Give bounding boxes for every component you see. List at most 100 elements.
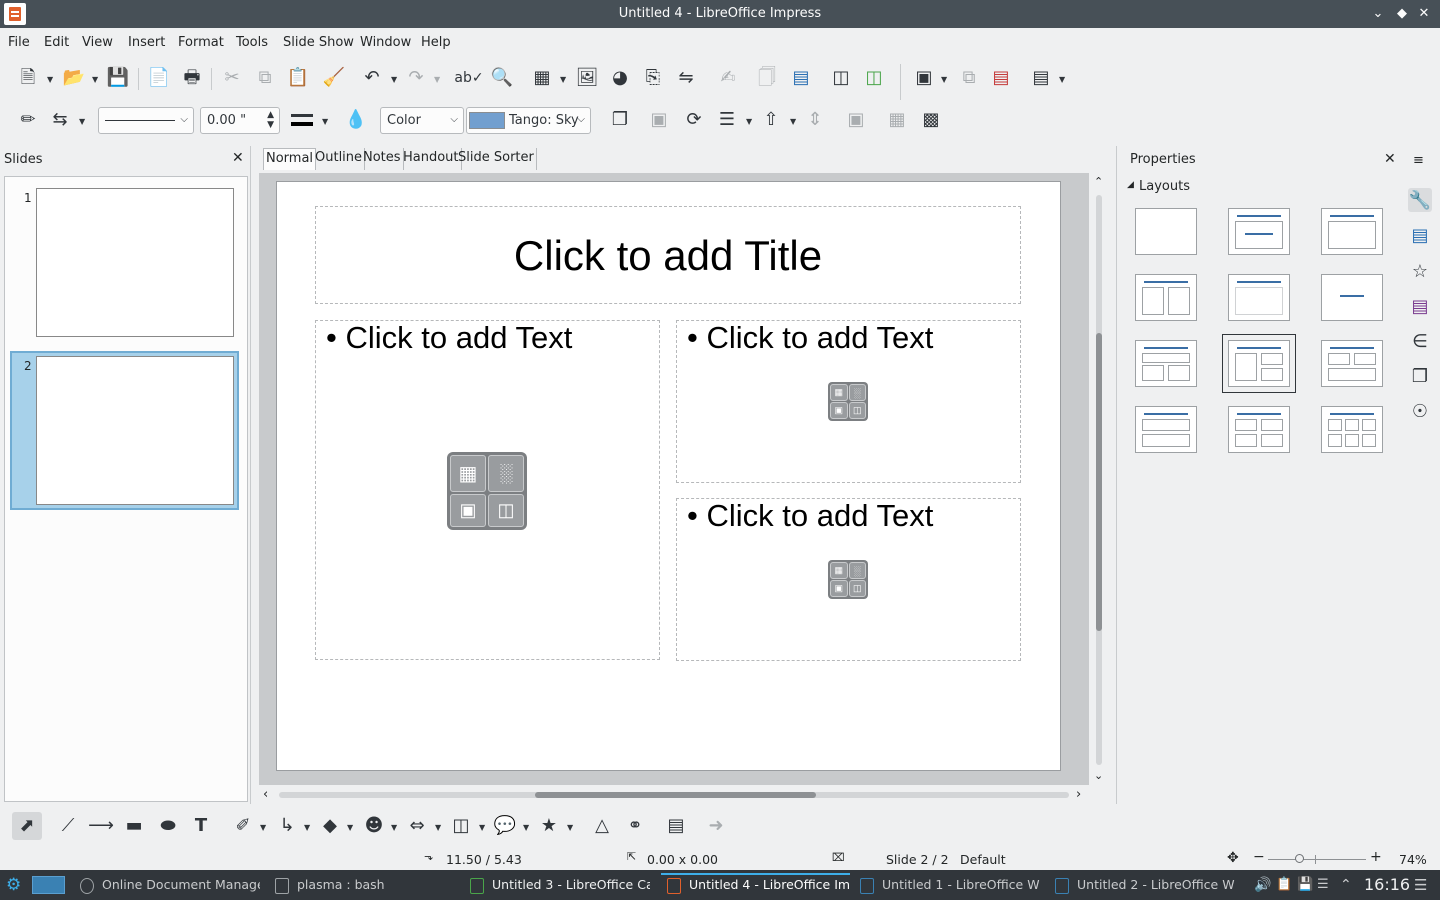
scroll-up-icon[interactable]: ⌃ [1094,175,1103,188]
menu-slide-show[interactable]: Slide Show [283,35,354,50]
maximize-button[interactable]: ◆ [1392,4,1412,24]
virtual-desktop-pager[interactable] [32,876,65,894]
clone-formatting-icon[interactable]: 🧹 [320,64,348,92]
menu-tools[interactable]: Tools [236,35,268,50]
delete-slide-icon[interactable]: ▤ [987,64,1015,92]
duplicate-slide-icon[interactable]: ⧉ [955,64,983,92]
chevron-down-icon[interactable]: ▼ [746,117,752,126]
content-placeholder-right-bottom[interactable]: • Click to add Text ▦ ░ ▣ ◫ [676,498,1021,661]
application-launcher-icon[interactable]: ⚙ [6,870,21,900]
rectangle-tool-icon[interactable]: ▬ [120,812,148,840]
insert-video-icon[interactable]: ◫ [848,402,866,419]
symbol-shapes-icon[interactable]: ☻ [360,812,388,840]
start-from-first-icon[interactable]: ◫ [827,64,855,92]
zoom-slider-knob[interactable] [1295,854,1304,863]
chevron-down-icon[interactable]: ▼ [47,75,53,84]
insert-table-icon[interactable]: ▦ [450,455,486,492]
toggle-extrusion-icon[interactable]: ➜ [702,812,730,840]
close-icon[interactable]: ✕ [1384,151,1396,167]
display-grid-icon[interactable]: ▦ [883,106,911,134]
layout-title-content-over-content[interactable] [1135,406,1197,453]
gallery-icon[interactable]: ❐ [1408,364,1432,388]
content-placeholder-right-top[interactable]: • Click to add Text ▦ ░ ▣ ◫ [676,320,1021,483]
layout-title-content[interactable] [1321,208,1383,255]
panel-menu-icon[interactable]: ☰ [1414,870,1427,900]
insert-image-icon[interactable]: ▣ [830,580,848,597]
fill-color-select[interactable]: Tango: Sky ⌵ [466,107,591,134]
flowchart-icon[interactable]: ◫ [447,812,475,840]
layout-title-slide[interactable] [1228,208,1290,255]
tab-outline[interactable]: Outline [313,148,366,170]
insert-image-icon[interactable]: ▣ [830,402,848,419]
task-untitled-3-calc[interactable]: Untitled 3 - LibreOffice Calc [470,870,650,900]
arrow-tool-icon[interactable]: ⟶ [87,812,115,840]
chevron-down-icon[interactable]: ▼ [479,823,485,832]
chevron-down-icon[interactable]: ▼ [941,75,947,84]
find-replace-icon[interactable]: 🔍 [488,64,516,92]
collapse-triangle-icon[interactable]: ◢ [1127,180,1134,190]
display-views-icon[interactable]: ▤ [787,64,815,92]
chevron-down-icon[interactable]: ▼ [92,75,98,84]
layout-title-only[interactable] [1228,274,1290,321]
tab-notes[interactable]: Notes [361,148,404,170]
content-placeholder-left[interactable]: • Click to add Text ▦ ░ ▣ ◫ [315,320,660,660]
menu-view[interactable]: View [82,35,113,50]
devices-icon[interactable]: 💾 [1297,870,1313,900]
save-icon[interactable]: 💾 [104,64,132,92]
chevron-down-icon[interactable]: ▼ [347,823,353,832]
shadow-icon[interactable]: ❐ [606,106,634,134]
tab-slide-sorter[interactable]: Slide Sorter [456,148,537,170]
block-arrows-icon[interactable]: ⇔ [403,812,431,840]
slide-layout-icon[interactable]: ▤ [1027,64,1055,92]
zoom-out-icon[interactable]: − [1253,849,1265,865]
chevron-down-icon[interactable]: ▼ [790,117,796,126]
layout-title-content-2-content[interactable] [1222,334,1296,393]
styles-icon[interactable]: ∈ [1408,329,1432,353]
paste-icon[interactable]: 📋 [284,64,312,92]
title-placeholder[interactable]: Click to add Title [315,206,1021,304]
align-objects-icon[interactable]: ☰ [713,106,741,134]
slide-canvas[interactable]: Click to add Title • Click to add Text ▦… [277,182,1060,770]
slide-thumbnail-selection[interactable]: 2 [10,351,239,510]
fontwork-icon[interactable]: ▤ [662,812,690,840]
task-plasma-bash[interactable]: plasma : bash [275,870,445,900]
chevron-down-icon[interactable]: ▼ [567,823,573,832]
horizontal-scrollbar[interactable]: ‹ › [259,787,1089,803]
chevron-down-icon[interactable]: ▼ [1059,75,1065,84]
insert-chart-icon[interactable]: ░ [848,384,866,401]
insert-textbox-icon[interactable]: ⎘ [639,64,667,92]
scroll-down-icon[interactable]: ⌄ [1094,769,1103,782]
sidebar-menu-icon[interactable]: ≡ [1413,153,1424,168]
close-window-button[interactable]: ✕ [1414,4,1434,24]
start-from-current-icon[interactable]: ◫ [860,64,888,92]
basic-shapes-icon[interactable]: ◆ [316,812,344,840]
rotate-icon[interactable]: ⟳ [680,106,708,134]
chevron-down-icon[interactable]: ▼ [260,823,266,832]
open-folder-icon[interactable]: 📂 [60,64,88,92]
layout-title-2-content[interactable] [1135,274,1197,321]
chevron-down-icon[interactable]: ▼ [304,823,310,832]
scroll-left-icon[interactable]: ‹ [263,787,268,802]
insert-video-icon[interactable]: ◫ [488,494,524,527]
slide-thumbnail-1[interactable] [36,188,234,337]
task-online-document-manager[interactable]: Online Document Manager [80,870,260,900]
layout-title-2-content-over-content[interactable] [1321,340,1383,387]
sidebar-splitter[interactable] [1108,146,1116,804]
menu-file[interactable]: File [8,35,30,50]
navigator-icon[interactable]: ☉ [1408,399,1432,423]
scrollbar-thumb[interactable] [1096,333,1102,631]
insert-video-icon[interactable]: ◫ [848,580,866,597]
layout-title-4-content[interactable] [1228,406,1290,453]
points-icon[interactable]: △ [588,812,616,840]
zoom-in-icon[interactable]: + [1370,849,1382,865]
layout-title-6-content[interactable] [1321,406,1383,453]
new-document-icon[interactable]: 🗎 [14,64,42,92]
chevron-down-icon[interactable]: ▼ [322,117,328,126]
slide-transition-icon[interactable]: ▤ [1408,294,1432,318]
line-style-select[interactable]: ⌵ [98,107,194,134]
chevron-down-icon[interactable]: ▼ [79,117,85,126]
task-untitled-4-impress[interactable]: Untitled 4 - LibreOffice Impress [661,870,850,900]
glue-points-icon[interactable]: ⚭ [621,812,649,840]
scrollbar-thumb[interactable] [535,792,816,798]
close-icon[interactable]: ✕ [232,150,244,166]
